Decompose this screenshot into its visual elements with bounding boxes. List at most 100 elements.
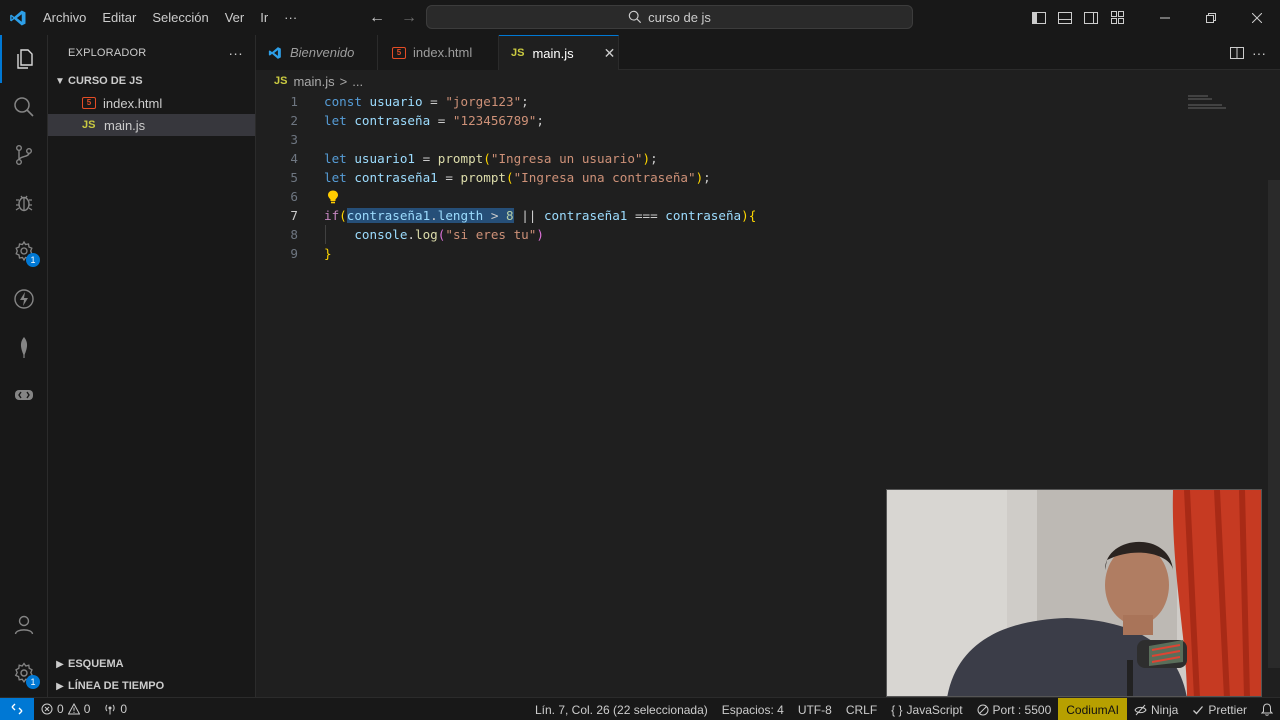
command-center-search[interactable]: curso de js bbox=[426, 5, 913, 29]
line-number: 5 bbox=[290, 170, 298, 185]
explorer-more-button[interactable]: ··· bbox=[228, 45, 243, 61]
prettier-label: Prettier bbox=[1208, 702, 1247, 717]
activity-bar: 1 1 bbox=[0, 35, 48, 697]
code-line: 4 let usuario1 = prompt("Ingresa un usua… bbox=[256, 149, 1266, 168]
no-entry-icon bbox=[977, 704, 989, 715]
toggle-secondary-sidebar-icon[interactable] bbox=[1078, 0, 1104, 35]
search-text: curso de js bbox=[648, 9, 711, 25]
line-number: 7 bbox=[290, 208, 298, 223]
chevron-right-icon: ▶ bbox=[56, 680, 64, 692]
code-line: 9 } bbox=[256, 244, 1266, 263]
toggle-primary-sidebar-icon[interactable] bbox=[1026, 0, 1052, 35]
live-server-port[interactable]: Port : 5500 bbox=[970, 698, 1059, 720]
extensions-icon[interactable]: 1 bbox=[0, 227, 48, 275]
folder-curso-de-js[interactable]: ▼ CURSO DE JS bbox=[48, 70, 255, 92]
minimap[interactable] bbox=[1188, 95, 1228, 110]
split-editor-icon[interactable] bbox=[1230, 46, 1244, 59]
timeline-label: LÍNEA DE TIEMPO bbox=[68, 680, 165, 692]
manage-gear-icon[interactable]: 1 bbox=[0, 649, 48, 697]
tab-index-html[interactable]: 5 index.html bbox=[378, 35, 499, 70]
code-line: 1 const usuario = "jorge123"; bbox=[256, 92, 1266, 111]
line-number: 9 bbox=[290, 246, 298, 261]
ports-indicator[interactable]: 0 bbox=[97, 698, 134, 720]
explorer-header: EXPLORADOR ··· bbox=[48, 35, 255, 70]
lightning-extension-icon[interactable] bbox=[0, 275, 48, 323]
explorer-icon[interactable] bbox=[0, 35, 48, 83]
close-window-icon[interactable] bbox=[1234, 0, 1280, 35]
live-share-icon[interactable] bbox=[0, 371, 48, 419]
menu-more-button[interactable]: ··· bbox=[276, 0, 305, 35]
extensions-badge: 1 bbox=[26, 253, 40, 267]
menu-editar[interactable]: Editar bbox=[94, 0, 144, 35]
file-index-html[interactable]: 5 index.html bbox=[48, 92, 255, 114]
customize-layout-icon[interactable] bbox=[1104, 0, 1130, 35]
tab-bienvenido[interactable]: Bienvenido bbox=[256, 35, 378, 70]
lightbulb-icon[interactable] bbox=[326, 187, 340, 206]
explorer-sidebar: EXPLORADOR ··· ▼ CURSO DE JS 5 index.htm… bbox=[48, 35, 256, 697]
run-debug-icon[interactable] bbox=[0, 179, 48, 227]
breadcrumb-separator: > bbox=[339, 73, 348, 89]
encoding[interactable]: UTF-8 bbox=[791, 698, 839, 720]
menu-ir[interactable]: Ir bbox=[252, 0, 276, 35]
timeline-section[interactable]: ▶ LÍNEA DE TIEMPO bbox=[48, 675, 255, 697]
error-count: 0 bbox=[57, 702, 64, 716]
search-icon bbox=[628, 10, 642, 24]
editor-more-button[interactable]: ··· bbox=[1252, 45, 1266, 61]
close-tab-icon[interactable]: ✕ bbox=[604, 45, 616, 62]
webcam-person-image bbox=[887, 490, 1261, 696]
language-label: JavaScript bbox=[906, 702, 963, 717]
vscode-logo-icon bbox=[0, 0, 35, 35]
tab-main-js[interactable]: JS main.js ✕ bbox=[499, 35, 619, 70]
minimize-icon[interactable] bbox=[1142, 0, 1188, 35]
source-control-icon[interactable] bbox=[0, 131, 48, 179]
line-number: 8 bbox=[290, 227, 298, 242]
warning-count: 0 bbox=[83, 702, 91, 716]
problems-indicator[interactable]: 0 0 bbox=[34, 698, 97, 720]
restore-icon[interactable] bbox=[1188, 0, 1234, 35]
menu-seleccion[interactable]: Selección bbox=[144, 0, 216, 35]
outline-label: ESQUEMA bbox=[68, 658, 124, 670]
outline-section[interactable]: ▶ ESQUEMA bbox=[48, 653, 255, 675]
menu-ver[interactable]: Ver bbox=[217, 0, 253, 35]
forward-arrow-icon[interactable]: → bbox=[398, 7, 420, 29]
search-icon[interactable] bbox=[0, 83, 48, 131]
cursor-position[interactable]: Lín. 7, Col. 26 (22 seleccionada) bbox=[528, 698, 715, 720]
tab-label: index.html bbox=[413, 45, 473, 60]
breadcrumb-rest[interactable]: ... bbox=[352, 74, 363, 89]
remote-indicator-icon[interactable] bbox=[0, 697, 34, 720]
tab-label: Bienvenido bbox=[290, 45, 355, 60]
codiumai-button[interactable]: CodiumAI bbox=[1058, 698, 1127, 720]
broadcast-icon bbox=[105, 704, 115, 715]
end-of-line[interactable]: CRLF bbox=[839, 698, 884, 720]
ports-count: 0 bbox=[120, 702, 128, 716]
vertical-scrollbar[interactable] bbox=[1268, 180, 1280, 668]
accounts-icon[interactable] bbox=[0, 601, 48, 649]
check-icon bbox=[1193, 705, 1204, 714]
file-main-js[interactable]: JS main.js bbox=[48, 114, 255, 136]
js-file-icon: JS bbox=[511, 47, 525, 59]
code-text: } bbox=[324, 246, 332, 261]
breadcrumb-file[interactable]: main.js bbox=[293, 74, 334, 89]
mongodb-leaf-icon[interactable] bbox=[0, 323, 48, 371]
code-line: 3 bbox=[256, 130, 1266, 149]
ninja-indicator[interactable]: Ninja bbox=[1127, 698, 1185, 720]
code-text: let contraseña1 = prompt("Ingresa una co… bbox=[324, 170, 711, 185]
js-file-icon: JS bbox=[82, 119, 96, 131]
chevron-right-icon: ▶ bbox=[56, 658, 64, 670]
file-label: main.js bbox=[104, 117, 146, 133]
prettier-indicator[interactable]: Prettier bbox=[1185, 698, 1254, 720]
explorer-title: EXPLORADOR bbox=[68, 46, 147, 59]
notifications-bell-icon[interactable] bbox=[1254, 698, 1280, 720]
code-line-current: 7 if(contraseña1.length > 8 || contraseñ… bbox=[256, 206, 1266, 225]
back-arrow-icon[interactable]: ← bbox=[366, 7, 388, 29]
language-mode[interactable]: { } JavaScript bbox=[884, 698, 969, 720]
editor-tabs: Bienvenido 5 index.html JS main.js ✕ ··· bbox=[256, 35, 1280, 70]
manage-badge: 1 bbox=[26, 675, 40, 689]
html5-file-icon: 5 bbox=[392, 46, 406, 59]
indentation[interactable]: Espacios: 4 bbox=[715, 698, 791, 720]
breadcrumb: JS main.js > ... bbox=[256, 70, 1280, 92]
tab-label: main.js bbox=[532, 45, 574, 61]
menu-archivo[interactable]: Archivo bbox=[35, 0, 94, 35]
toggle-panel-icon[interactable] bbox=[1052, 0, 1078, 35]
error-icon bbox=[41, 703, 53, 715]
